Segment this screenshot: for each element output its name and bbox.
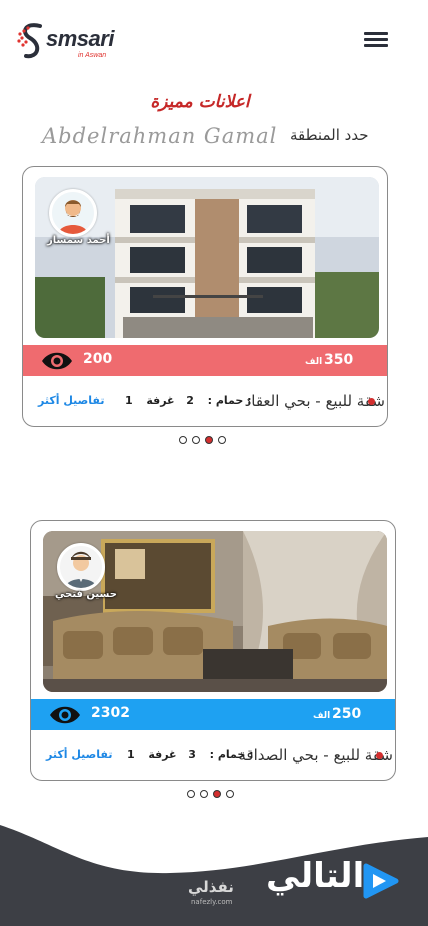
carousel-dot[interactable]	[192, 436, 200, 444]
views-count: 2302	[91, 705, 130, 721]
featured-ads-title: اعلانات مميزة	[150, 92, 250, 112]
property-photo[interactable]: حسين فتحي	[43, 531, 387, 692]
menu-line	[364, 44, 388, 47]
logo-mark-icon	[17, 23, 42, 59]
nafezly-brand: نفذلي	[188, 878, 234, 896]
logo-text: smsari	[46, 26, 114, 51]
hamburger-menu-icon[interactable]	[364, 32, 396, 52]
price-unit: الف	[305, 357, 323, 367]
baths-label: حمام :	[207, 394, 244, 407]
next-button[interactable]: التالي	[262, 854, 402, 908]
price-value: 250	[332, 706, 362, 722]
baths-count: 1	[125, 394, 133, 407]
price-views-band: 200 الف 350	[23, 345, 387, 376]
status-dot	[368, 398, 375, 405]
agent-avatar	[57, 543, 105, 591]
agent-name: أحمد سمسار	[47, 235, 110, 246]
price-views-band: 2302 الف 250	[31, 699, 395, 730]
listing-specs: 1 حمام : 3 غرفة :	[127, 748, 254, 761]
carousel-dot-active[interactable]	[205, 436, 213, 444]
price-value: 350	[324, 352, 354, 368]
carousel-dot[interactable]	[200, 790, 208, 798]
user-avatar-icon	[60, 546, 102, 588]
logo-subtitle: in Aswan	[78, 52, 107, 59]
baths-count: 1	[127, 748, 135, 761]
carousel-dot-active[interactable]	[213, 790, 221, 798]
nafezly-url: nafezly.com	[191, 898, 233, 906]
carousel-dot[interactable]	[226, 790, 234, 798]
eye-icon	[42, 352, 72, 370]
rooms-count: 3	[188, 748, 196, 761]
listing-title[interactable]: شقة للبيع - بحي العقاد	[245, 392, 385, 410]
more-details-link[interactable]: تفاصيل أكثر	[46, 748, 112, 761]
next-label: التالي	[266, 856, 365, 896]
carousel-dots	[179, 436, 226, 444]
price-unit: الف	[313, 711, 331, 721]
listing-card[interactable]: حسين فتحي 2302 الف 250 شقة للبيع - بحي ا…	[30, 520, 396, 781]
play-icon	[363, 863, 399, 899]
views-count: 200	[83, 351, 113, 367]
app-logo[interactable]: smsari in Aswan	[16, 20, 126, 64]
signature-watermark: Abdelrahman Gamal	[42, 124, 278, 148]
rooms-count: 2	[186, 394, 194, 407]
carousel-dot[interactable]	[179, 436, 187, 444]
user-avatar-icon	[52, 192, 94, 234]
status-dot	[376, 752, 383, 759]
region-selector[interactable]: حدد المنطقة	[290, 126, 368, 144]
menu-line	[364, 32, 388, 35]
agent-name: حسين فتحي	[55, 589, 117, 600]
agent-avatar	[49, 189, 97, 237]
listing-specs: 1 حمام : 2 غرفة :	[125, 394, 252, 407]
eye-icon	[50, 706, 80, 724]
more-details-link[interactable]: تفاصيل أكثر	[38, 394, 104, 407]
carousel-dot[interactable]	[218, 436, 226, 444]
listing-title[interactable]: شقة للبيع - بحي الصداقة	[238, 746, 393, 764]
listing-card[interactable]: أحمد سمسار 200 الف 350 شقة للبيع - بحي ا…	[22, 166, 388, 427]
property-photo[interactable]: أحمد سمسار	[35, 177, 379, 338]
baths-label: حمام :	[209, 748, 246, 761]
carousel-dots	[187, 790, 234, 798]
menu-line	[364, 38, 388, 41]
carousel-dot[interactable]	[187, 790, 195, 798]
